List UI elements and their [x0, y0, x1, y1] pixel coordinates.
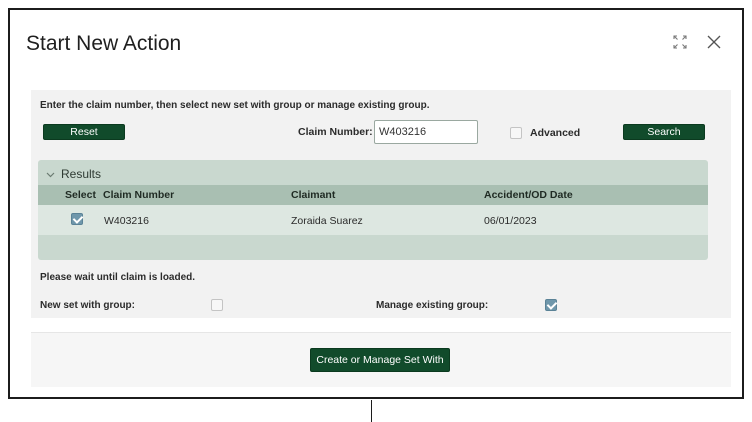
claim-number-input[interactable]	[374, 120, 478, 144]
results-toggle[interactable]: Results	[46, 165, 101, 183]
new-set-label: New set with group:	[40, 300, 135, 311]
manage-group-checkbox[interactable]	[545, 299, 557, 311]
claim-number-label: Claim Number:	[298, 126, 373, 138]
new-set-checkbox[interactable]	[211, 299, 223, 311]
close-icon[interactable]	[704, 32, 724, 52]
row-accident-date: 06/01/2023	[484, 215, 537, 227]
results-title: Results	[61, 167, 102, 181]
column-header-select[interactable]: Select	[65, 189, 96, 201]
advanced-checkbox[interactable]	[510, 127, 522, 139]
expand-icon[interactable]	[670, 32, 690, 52]
instruction-text: Enter the claim number, then select new …	[40, 100, 430, 111]
reset-button[interactable]: Reset	[43, 124, 125, 140]
connector-line	[371, 400, 372, 422]
dialog-controls	[670, 32, 724, 52]
chevron-down-icon	[46, 165, 55, 183]
dialog-title: Start New Action	[26, 32, 182, 55]
results-grid-header: Select Claim Number Claimant Accident/OD…	[38, 185, 708, 205]
search-button[interactable]: Search	[623, 124, 705, 140]
row-claimant: Zoraida Suarez	[291, 215, 363, 227]
row-claim-number: W403216	[104, 215, 149, 227]
column-header-claimant[interactable]: Claimant	[291, 189, 335, 201]
advanced-label: Advanced	[530, 127, 581, 139]
table-row[interactable]: W403216 Zoraida Suarez 06/01/2023	[38, 205, 708, 235]
manage-group-label: Manage existing group:	[376, 300, 489, 311]
create-or-manage-button[interactable]: Create or Manage Set With	[310, 348, 450, 372]
row-select-checkbox[interactable]	[71, 213, 83, 225]
start-new-action-dialog: Start New Action Enter the claim number,…	[8, 8, 744, 399]
results-panel: Results Select Claim Number Claimant Acc…	[38, 160, 708, 260]
column-header-claim-number[interactable]: Claim Number	[103, 189, 174, 201]
claim-search-panel: Enter the claim number, then select new …	[31, 90, 731, 318]
dialog-footer: Create or Manage Set With	[31, 332, 731, 387]
loading-status-message: Please wait until claim is loaded.	[40, 272, 196, 283]
column-header-accident-date[interactable]: Accident/OD Date	[484, 189, 573, 201]
